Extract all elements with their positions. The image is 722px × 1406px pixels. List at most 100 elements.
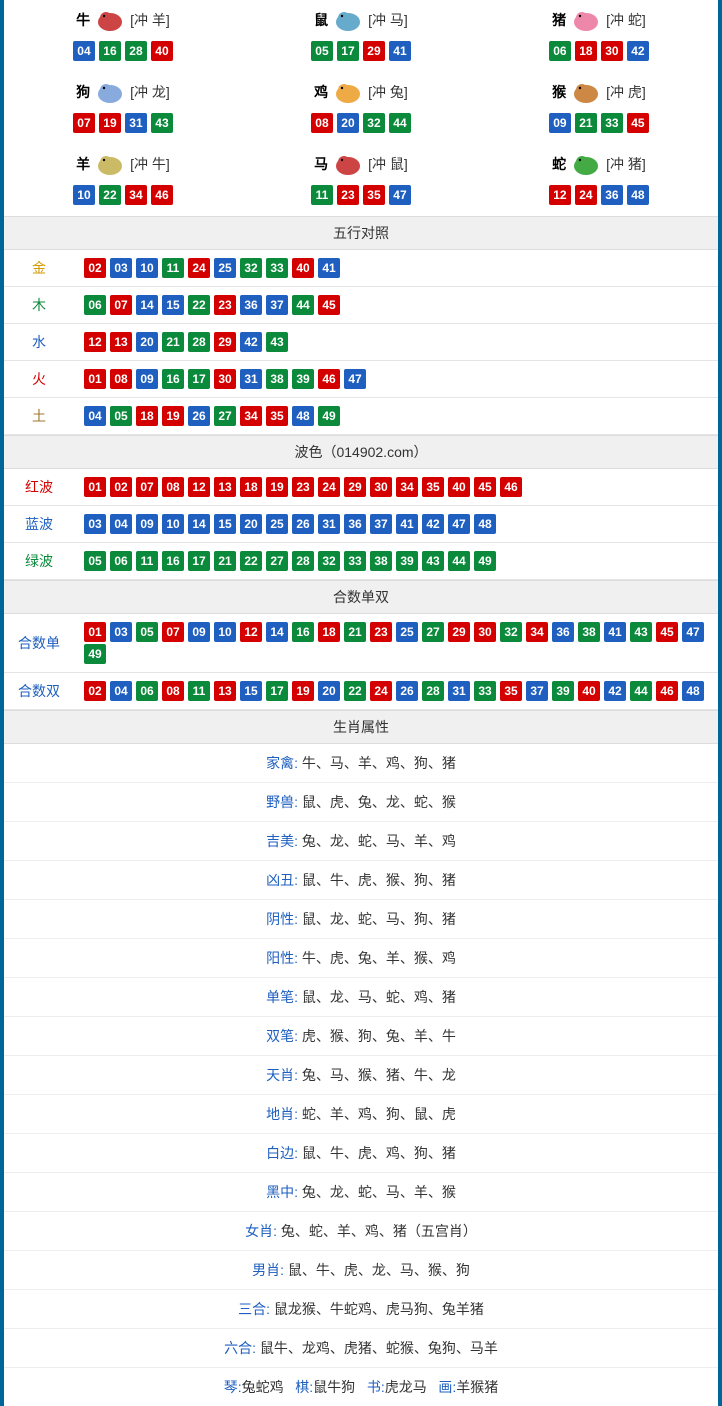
number-ball: 39	[292, 369, 314, 389]
zodiac-chong: [冲 牛]	[130, 154, 170, 174]
row-label: 土	[4, 398, 74, 435]
number-ball: 42	[422, 514, 444, 534]
attr-value: 蛇、羊、鸡、狗、鼠、虎	[298, 1106, 456, 1122]
number-ball: 20	[240, 514, 262, 534]
attr-key: 六合:	[224, 1340, 256, 1356]
number-ball: 35	[363, 185, 385, 205]
attr-key: 女肖:	[245, 1223, 277, 1239]
row-label: 火	[4, 361, 74, 398]
number-ball: 06	[549, 41, 571, 61]
attribute-row: 凶丑: 鼠、牛、虎、猴、狗、猪	[4, 861, 718, 900]
number-ball: 21	[344, 622, 366, 642]
number-ball: 19	[266, 477, 288, 497]
number-ball: 17	[188, 369, 210, 389]
table-row: 木06071415222336374445	[4, 287, 718, 324]
number-ball: 05	[311, 41, 333, 61]
attr-value: 鼠牛狗	[313, 1379, 355, 1395]
zodiac-cell: 马[冲 鼠]11233547	[242, 144, 480, 216]
number-ball: 44	[630, 681, 652, 701]
attr-value: 兔、马、猴、猪、牛、龙	[298, 1067, 456, 1083]
table-row: 火0108091617303138394647	[4, 361, 718, 398]
number-ball: 03	[110, 622, 132, 642]
zodiac-grid: 牛[冲 羊]04162840鼠[冲 马]05172941猪[冲 蛇]061830…	[4, 0, 718, 216]
zodiac-numbers: 09213345	[480, 112, 718, 134]
number-ball: 30	[214, 369, 236, 389]
number-ball: 38	[578, 622, 600, 642]
number-ball: 33	[344, 551, 366, 571]
attr-key: 棋:	[295, 1379, 313, 1395]
row-numbers: 02031011242532334041	[74, 250, 718, 287]
number-ball: 11	[162, 258, 184, 278]
row-numbers: 0103050709101214161821232527293032343638…	[74, 614, 718, 673]
zodiac-chong: [冲 鼠]	[368, 154, 408, 174]
number-ball: 11	[311, 185, 333, 205]
attr-value: 兔蛇鸡	[242, 1379, 284, 1395]
zodiac-name: 猴	[552, 82, 566, 102]
attr-key: 家禽:	[266, 755, 298, 771]
number-ball: 03	[84, 514, 106, 534]
number-ball: 16	[292, 622, 314, 642]
row-label: 绿波	[4, 543, 74, 580]
number-ball: 42	[240, 332, 262, 352]
number-ball: 48	[474, 514, 496, 534]
number-ball: 34	[240, 406, 262, 426]
number-ball: 43	[266, 332, 288, 352]
number-ball: 48	[292, 406, 314, 426]
number-ball: 22	[344, 681, 366, 701]
number-ball: 05	[84, 551, 106, 571]
number-ball: 08	[311, 113, 333, 133]
number-ball: 49	[318, 406, 340, 426]
attribute-row: 白边: 鼠、牛、虎、鸡、狗、猪	[4, 1134, 718, 1173]
attribute-row: 三合: 鼠龙猴、牛蛇鸡、虎马狗、兔羊猪	[4, 1290, 718, 1329]
number-ball: 15	[162, 295, 184, 315]
row-label: 蓝波	[4, 506, 74, 543]
table-row: 土04051819262734354849	[4, 398, 718, 435]
attribute-row: 六合: 鼠牛、龙鸡、虎猪、蛇猴、兔狗、马羊	[4, 1329, 718, 1368]
attribute-row: 黑中: 兔、龙、蛇、马、羊、猴	[4, 1173, 718, 1212]
number-ball: 18	[318, 622, 340, 642]
attribute-row: 家禽: 牛、马、羊、鸡、狗、猪	[4, 744, 718, 783]
number-ball: 28	[422, 681, 444, 701]
number-ball: 35	[422, 477, 444, 497]
number-ball: 12	[240, 622, 262, 642]
attr-value: 鼠龙猴、牛蛇鸡、虎马狗、兔羊猪	[270, 1301, 484, 1317]
attribute-row: 女肖: 兔、蛇、羊、鸡、猪（五宫肖）	[4, 1212, 718, 1251]
table-row: 合数双0204060811131517192022242628313335373…	[4, 673, 718, 710]
number-ball: 26	[396, 681, 418, 701]
number-ball: 27	[266, 551, 288, 571]
wuxing-table: 金02031011242532334041木060714152223363744…	[4, 250, 718, 435]
row-numbers: 04051819262734354849	[74, 398, 718, 435]
number-ball: 45	[474, 477, 496, 497]
number-ball: 06	[136, 681, 158, 701]
number-ball: 42	[604, 681, 626, 701]
number-ball: 19	[292, 681, 314, 701]
number-ball: 46	[151, 185, 173, 205]
number-ball: 23	[337, 185, 359, 205]
number-ball: 29	[448, 622, 470, 642]
number-ball: 04	[84, 406, 106, 426]
attr-value: 羊猴猪	[456, 1379, 498, 1395]
number-ball: 48	[627, 185, 649, 205]
attr-value: 鼠、龙、蛇、马、狗、猪	[298, 911, 456, 927]
goat-icon	[92, 150, 128, 178]
row-numbers: 0102070812131819232429303435404546	[74, 469, 718, 506]
number-ball: 30	[370, 477, 392, 497]
number-ball: 46	[656, 681, 678, 701]
number-ball: 23	[214, 295, 236, 315]
number-ball: 09	[136, 514, 158, 534]
number-ball: 24	[370, 681, 392, 701]
number-ball: 28	[125, 41, 147, 61]
number-ball: 01	[84, 622, 106, 642]
number-ball: 33	[601, 113, 623, 133]
heshu-table: 合数单0103050709101214161821232527293032343…	[4, 614, 718, 710]
zodiac-numbers: 05172941	[242, 40, 480, 62]
attr-key: 阳性:	[266, 950, 298, 966]
number-ball: 07	[110, 295, 132, 315]
number-ball: 29	[214, 332, 236, 352]
row-label: 红波	[4, 469, 74, 506]
attr-value: 牛、虎、兔、羊、猴、鸡	[298, 950, 456, 966]
number-ball: 35	[266, 406, 288, 426]
number-ball: 04	[110, 681, 132, 701]
number-ball: 45	[318, 295, 340, 315]
dog-icon	[92, 78, 128, 106]
